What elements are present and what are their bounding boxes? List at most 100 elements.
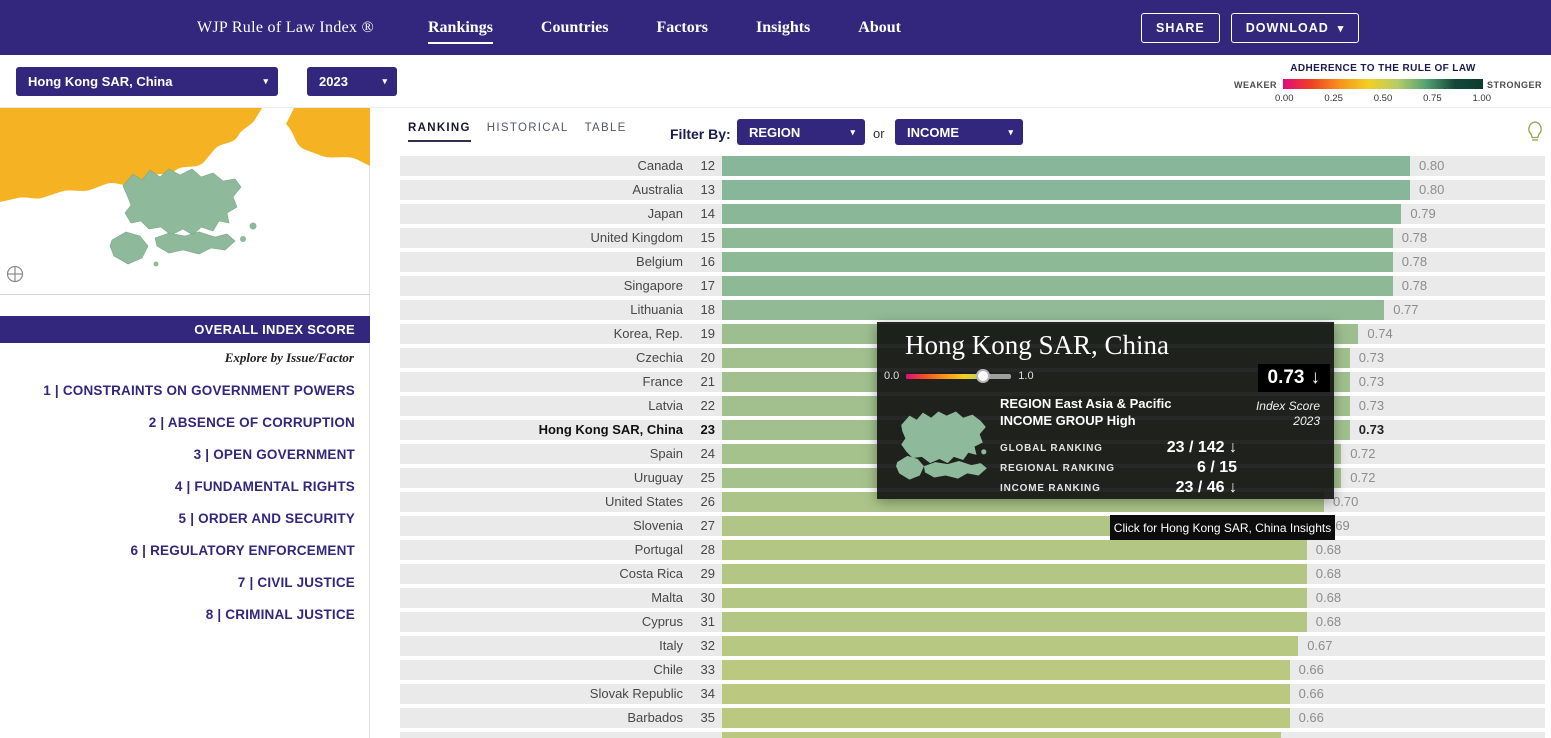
ranking-row[interactable]: Chile330.66	[400, 660, 1545, 680]
score-label: 0.66	[1299, 708, 1324, 728]
score-label: 0.80	[1419, 180, 1444, 200]
tab-table[interactable]: TABLE	[585, 122, 627, 142]
ranking-row[interactable]: Malta300.68	[400, 588, 1545, 608]
nav-item-rankings[interactable]: Rankings	[428, 19, 493, 37]
score-label: 0.78	[1402, 252, 1427, 272]
tooltip-stat-value: 23 / 46 ↓	[1176, 479, 1237, 497]
region-select[interactable]: REGION ▾	[737, 119, 865, 145]
rank-number: 29	[688, 564, 715, 584]
caption-line-1: Index Score	[1256, 399, 1320, 414]
score-label: 0.73	[1359, 372, 1384, 392]
rank-number: 22	[688, 396, 715, 416]
sidebar-factor-item[interactable]: 2 | ABSENCE OF CORRUPTION	[0, 406, 370, 438]
ranking-row[interactable]: Singapore170.78	[400, 276, 1545, 296]
rank-number: 25	[688, 468, 715, 488]
brand-logo[interactable]: WJP Rule of Law Index ®	[197, 0, 374, 55]
country-label: Hong Kong SAR, China	[400, 420, 683, 440]
score-label: 0.73	[1359, 348, 1384, 368]
ranking-row[interactable]: Slovak Republic340.66	[400, 684, 1545, 704]
ranking-row[interactable]: United Kingdom150.78	[400, 228, 1545, 248]
sidebar-factor-item[interactable]: 5 | ORDER AND SECURITY	[0, 502, 370, 534]
sidebar-factor-item[interactable]: 6 | REGULATORY ENFORCEMENT	[0, 534, 370, 566]
score-label: 0.68	[1316, 588, 1341, 608]
ranking-row[interactable]: Australia130.80	[400, 180, 1545, 200]
legend-tick-label: 0.75	[1423, 93, 1442, 104]
country-label: Canada	[400, 156, 683, 176]
score-label: 0.78	[1402, 228, 1427, 248]
sidebar-factor-item[interactable]: 1 | CONSTRAINTS ON GOVERNMENT POWERS	[0, 374, 370, 406]
tooltip-hong-kong-map	[893, 394, 991, 497]
tooltip-stat-label: INCOME RANKING	[1000, 483, 1101, 494]
score-bar	[722, 228, 1393, 248]
ranking-row[interactable]: Italy320.67	[400, 636, 1545, 656]
nav-item-countries[interactable]: Countries	[541, 19, 609, 37]
ranking-row[interactable]: Canada120.80	[400, 156, 1545, 176]
lightbulb-icon[interactable]	[1525, 120, 1545, 148]
chevron-down-icon: ▾	[263, 76, 268, 87]
overall-index-score-banner[interactable]: OVERALL INDEX SCORE	[0, 316, 370, 343]
income-select[interactable]: INCOME ▾	[895, 119, 1023, 145]
download-button[interactable]: DOWNLOAD ▾	[1231, 13, 1360, 43]
country-label: United Kingdom	[400, 228, 683, 248]
nav-item-about[interactable]: About	[858, 19, 901, 37]
tab-ranking[interactable]: RANKING	[408, 122, 471, 142]
ranking-row[interactable]: Costa Rica29 0.68	[400, 564, 1545, 584]
ranking-row[interactable]	[400, 732, 1545, 738]
income-select-value: INCOME	[907, 125, 959, 140]
ranking-row[interactable]: Belgium160.78	[400, 252, 1545, 272]
score-label: 0.68	[1316, 564, 1341, 584]
filter-by-label: Filter By:	[670, 126, 731, 142]
globe-zoom-icon[interactable]	[6, 265, 24, 288]
score-bar	[722, 540, 1307, 560]
ranking-row[interactable]: Japan140.79	[400, 204, 1545, 224]
country-select[interactable]: Hong Kong SAR, China ▾	[16, 67, 278, 96]
slider-fill	[906, 374, 983, 379]
down-arrow-icon: ↓	[1311, 367, 1321, 389]
score-label: 0.66	[1299, 684, 1324, 704]
ranking-row[interactable]: Slovenia270.69	[400, 516, 1545, 536]
nav-item-insights[interactable]: Insights	[756, 19, 810, 37]
ranking-row[interactable]: Barbados350.66	[400, 708, 1545, 728]
ranking-row[interactable]: Cyprus310.68	[400, 612, 1545, 632]
page: WJP Rule of Law Index ® Rankings Countrie…	[0, 0, 1551, 738]
top-navbar: WJP Rule of Law Index ® Rankings Countrie…	[0, 0, 1551, 55]
rank-number: 12	[688, 156, 715, 176]
ranking-row[interactable]: Portugal280.68	[400, 540, 1545, 560]
share-button[interactable]: SHARE	[1141, 13, 1220, 43]
year-select[interactable]: 2023 ▾	[307, 67, 397, 96]
share-button-label: SHARE	[1156, 21, 1205, 35]
country-label: Slovak Republic	[400, 684, 683, 704]
tab-historical[interactable]: HISTORICAL	[487, 122, 569, 142]
country-label: Japan	[400, 204, 683, 224]
tooltip-score-slider: 0.0 1.0	[884, 370, 1034, 382]
sidebar-factor-item[interactable]: 7 | CIVIL JUSTICE	[0, 566, 370, 598]
score-bar	[722, 180, 1410, 200]
chevron-down-icon: ▾	[1338, 22, 1345, 35]
nav-item-factors[interactable]: Factors	[656, 19, 708, 37]
country-label: Costa Rica	[400, 564, 683, 584]
hong-kong-map[interactable]	[0, 108, 370, 295]
tooltip-stat-row: INCOME RANKING 23 / 46 ↓	[1000, 478, 1237, 498]
sidebar-factor-item[interactable]: 8 | CRIMINAL JUSTICE	[0, 598, 370, 630]
score-bar	[722, 612, 1307, 632]
ranking-row[interactable]: Lithuania180.77	[400, 300, 1545, 320]
slider-track	[906, 374, 1011, 379]
tooltip-region-line: REGION East Asia & Pacific	[1000, 395, 1237, 412]
score-bar	[722, 636, 1298, 656]
rank-number: 18	[688, 300, 715, 320]
chevron-down-icon: ▾	[1008, 127, 1013, 138]
score-bar	[722, 252, 1393, 272]
score-bar	[722, 588, 1307, 608]
score-label: 0.67	[1307, 636, 1332, 656]
country-insights-cta[interactable]: Click for Hong Kong SAR, China Insights	[1110, 515, 1335, 540]
country-label: Uruguay	[400, 468, 683, 488]
rank-number: 31	[688, 612, 715, 632]
country-label: Czechia	[400, 348, 683, 368]
sidebar-factor-item[interactable]: 3 | OPEN GOVERNMENT	[0, 438, 370, 470]
tooltip-score-caption: Index Score 2023	[1256, 399, 1320, 429]
slider-handle[interactable]	[976, 369, 990, 383]
score-bar	[722, 204, 1401, 224]
legend-stronger-label: STRONGER	[1487, 80, 1551, 90]
sidebar-factor-item[interactable]: 4 | FUNDAMENTAL RIGHTS	[0, 470, 370, 502]
score-label: 0.73	[1359, 420, 1384, 440]
